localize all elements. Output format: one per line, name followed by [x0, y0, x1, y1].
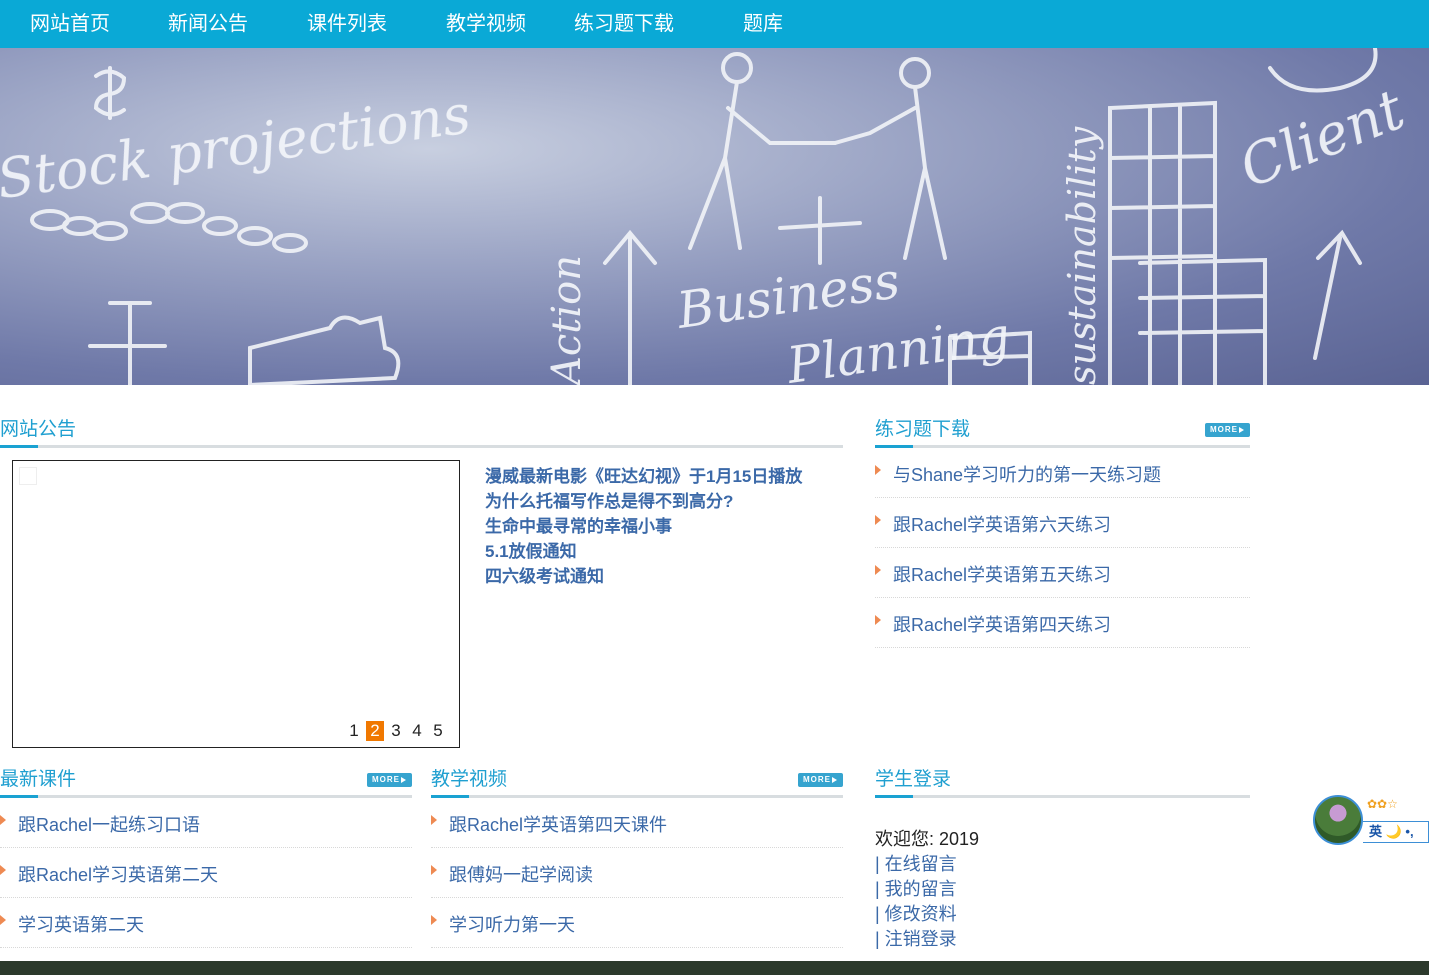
exercise-item-label: 跟Rachel学英语第六天练习	[893, 515, 1112, 535]
nav-videos[interactable]: 教学视频	[446, 0, 526, 48]
pager-page-2[interactable]: 2	[366, 721, 384, 741]
video-item-label: 跟傅妈一起学阅读	[449, 865, 593, 885]
floating-ime-widget[interactable]: ✿✿☆ 英 🌙 •,	[1313, 795, 1429, 845]
exercise-item-label: 跟Rachel学英语第四天练习	[893, 615, 1112, 635]
news-link-4[interactable]: 5.1放假通知	[485, 537, 577, 562]
banner-word-client: Client	[1231, 77, 1414, 201]
courses-title: 最新课件	[0, 769, 77, 790]
login-welcome-text: 欢迎您: 2019	[875, 829, 980, 849]
bullet-arrow-icon	[875, 465, 881, 475]
banner-word-stock: Stock projections	[0, 82, 474, 211]
hero-banner: Stock projections Business Planning Clie…	[0, 48, 1429, 385]
login-underline	[875, 795, 1250, 798]
login-title: 学生登录	[875, 769, 952, 790]
banner-word-sustainability: sustainability	[1060, 126, 1104, 385]
nav-question-bank[interactable]: 题库	[743, 0, 783, 48]
video-item-1[interactable]: 跟Rachel学英语第四天课件	[431, 798, 843, 848]
nav-courseware[interactable]: 课件列表	[307, 0, 387, 48]
slideshow[interactable]: 12345	[12, 460, 460, 748]
announcements-underline	[0, 445, 843, 448]
video-item-3[interactable]: 学习听力第一天	[431, 898, 843, 948]
link-my-messages[interactable]: | 我的留言	[875, 875, 957, 901]
link-edit-profile[interactable]: | 修改资料	[875, 900, 957, 926]
course-item-2[interactable]: 跟Rachel学习英语第二天	[0, 848, 412, 898]
news-link-3[interactable]: 生命中最寻常的幸福小事	[485, 512, 672, 537]
pager-page-4[interactable]: 4	[408, 721, 426, 741]
os-taskbar	[0, 961, 1429, 975]
course-item-3[interactable]: 学习英语第二天	[0, 898, 412, 948]
bullet-arrow-icon	[0, 815, 6, 825]
exercise-item-2[interactable]: 跟Rachel学英语第六天练习	[875, 498, 1250, 548]
course-item-label: 跟Rachel学习英语第二天	[18, 865, 219, 885]
exercise-item-1[interactable]: 与Shane学习听力的第一天练习题	[875, 448, 1250, 498]
videos-more-button[interactable]: MORE	[798, 773, 843, 787]
avatar[interactable]	[1313, 795, 1363, 845]
bullet-arrow-icon	[875, 515, 881, 525]
bullet-arrow-icon	[431, 915, 437, 925]
announcements-title: 网站公告	[0, 419, 77, 440]
nav-exercises[interactable]: 练习题下载	[574, 0, 674, 48]
news-link-2[interactable]: 为什么托福写作总是得不到高分?	[485, 487, 733, 512]
nav-home[interactable]: 网站首页	[30, 0, 110, 48]
bullet-arrow-icon	[431, 865, 437, 875]
banner-chalk-drawing: Stock projections Business Planning Clie…	[0, 48, 1414, 385]
link-online-message[interactable]: | 在线留言	[875, 850, 957, 876]
video-item-2[interactable]: 跟傅妈一起学阅读	[431, 848, 843, 898]
course-item-label: 跟Rachel一起练习口语	[18, 815, 201, 835]
pager-page-5[interactable]: 5	[429, 721, 447, 741]
exercise-item-label: 与Shane学习听力的第一天练习题	[893, 465, 1162, 485]
bullet-arrow-icon	[875, 565, 881, 575]
exercise-item-3[interactable]: 跟Rachel学英语第五天练习	[875, 548, 1250, 598]
pager-page-3[interactable]: 3	[387, 721, 405, 741]
bullet-arrow-icon	[431, 815, 437, 825]
ime-toolbar[interactable]: 英 🌙 •,	[1363, 821, 1429, 843]
course-item-1[interactable]: 跟Rachel一起练习口语	[0, 798, 412, 848]
link-logout[interactable]: | 注销登录	[875, 925, 957, 951]
nav-news[interactable]: 新闻公告	[168, 0, 248, 48]
banner-word-action: Action	[544, 255, 590, 385]
videos-title: 教学视频	[431, 769, 508, 790]
exercises-title: 练习题下载	[875, 419, 971, 440]
courses-more-button[interactable]: MORE	[367, 773, 412, 787]
course-item-label: 学习英语第二天	[18, 915, 144, 935]
bullet-arrow-icon	[875, 615, 881, 625]
video-item-label: 跟Rachel学英语第四天课件	[449, 815, 668, 835]
news-link-5[interactable]: 四六级考试通知	[485, 562, 604, 587]
bullet-arrow-icon	[0, 865, 6, 875]
news-link-1[interactable]: 漫威最新电影《旺达幻视》于1月15日播放	[485, 462, 802, 487]
bullet-arrow-icon	[0, 915, 6, 925]
top-nav: 网站首页 新闻公告 课件列表 教学视频 练习题下载 题库	[0, 0, 1429, 48]
flower-icon: ✿✿☆	[1367, 797, 1398, 811]
exercises-more-button[interactable]: MORE	[1205, 423, 1250, 437]
slide-image-placeholder	[19, 467, 37, 485]
slideshow-pager: 12345	[342, 721, 447, 741]
exercise-item-label: 跟Rachel学英语第五天练习	[893, 565, 1112, 585]
exercise-item-4[interactable]: 跟Rachel学英语第四天练习	[875, 598, 1250, 648]
video-item-label: 学习听力第一天	[449, 915, 575, 935]
pager-page-1[interactable]: 1	[345, 721, 363, 741]
